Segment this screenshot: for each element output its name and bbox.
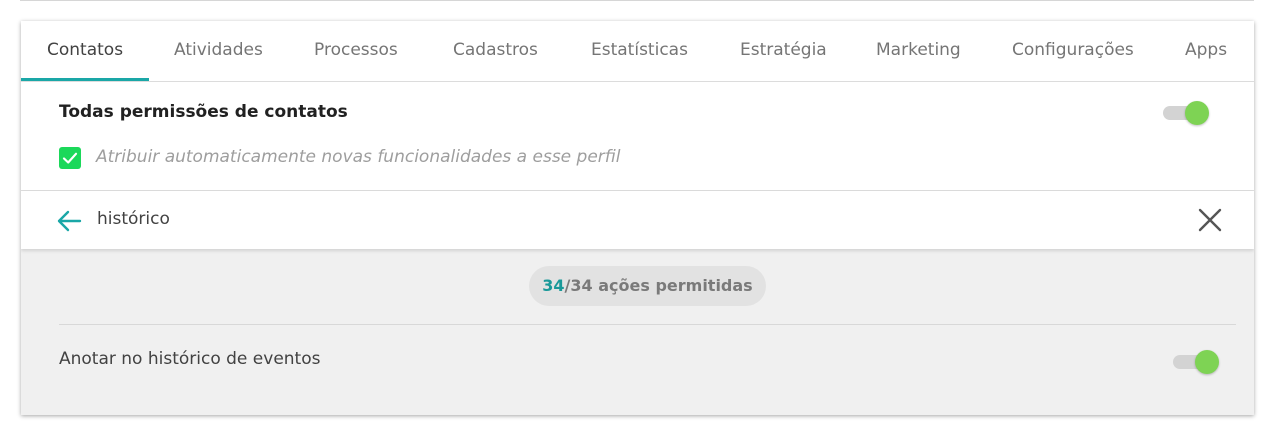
search-input[interactable] — [97, 203, 1157, 235]
permission-label: Anotar no histórico de eventos — [59, 349, 321, 369]
all-permissions-section: Todas permissões de contatos Atribuir au… — [21, 82, 1254, 191]
auto-assign-label: Atribuir automaticamente novas funcional… — [96, 147, 621, 167]
toggle-knob — [1195, 350, 1219, 374]
allowed-actions-badge: 34/34 ações permitidas — [529, 266, 766, 306]
allowed-summary: /34 ações permitidas — [564, 276, 753, 295]
close-icon[interactable] — [1197, 207, 1223, 233]
tab-contatos[interactable]: Contatos — [47, 21, 123, 81]
permissions-card: Contatos Atividades Processos Cadastros … — [21, 21, 1254, 415]
auto-assign-checkbox[interactable] — [59, 147, 81, 169]
permission-row: Anotar no histórico de eventos — [21, 325, 1254, 397]
results-section: 34/34 ações permitidas Anotar no históri… — [21, 249, 1254, 415]
tab-cadastros[interactable]: Cadastros — [453, 21, 538, 81]
active-tab-indicator — [21, 78, 149, 81]
search-bar — [21, 191, 1254, 249]
tab-estrategia[interactable]: Estratégia — [740, 21, 827, 81]
check-icon — [62, 152, 78, 164]
tab-processos[interactable]: Processos — [314, 21, 398, 81]
all-permissions-toggle[interactable] — [1163, 101, 1209, 125]
tab-configuracoes[interactable]: Configurações — [1012, 21, 1134, 81]
all-permissions-title: Todas permissões de contatos — [59, 102, 348, 122]
permission-toggle[interactable] — [1173, 350, 1219, 374]
tab-estatisticas[interactable]: Estatísticas — [591, 21, 688, 81]
tab-marketing[interactable]: Marketing — [876, 21, 961, 81]
tab-apps[interactable]: Apps — [1185, 21, 1227, 81]
tab-bar: Contatos Atividades Processos Cadastros … — [21, 21, 1254, 82]
allowed-count: 34 — [542, 276, 565, 295]
toggle-knob — [1185, 101, 1209, 125]
arrow-left-icon[interactable] — [55, 207, 83, 235]
top-divider — [20, 0, 1254, 1]
tab-atividades[interactable]: Atividades — [174, 21, 263, 81]
